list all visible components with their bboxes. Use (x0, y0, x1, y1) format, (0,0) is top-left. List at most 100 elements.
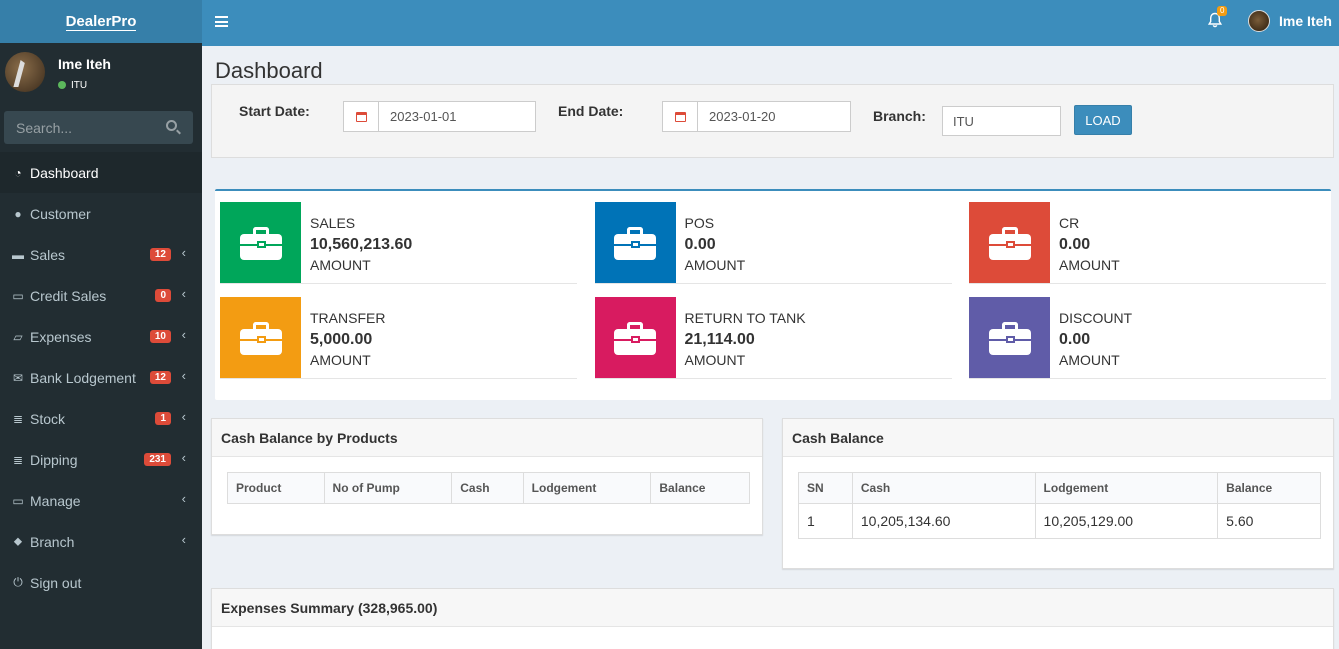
sidebar-item-customer[interactable]: ● Customer (0, 193, 202, 234)
search-icon[interactable] (166, 120, 177, 131)
hamburger-menu-icon[interactable] (215, 16, 228, 27)
stat-label: CR (1059, 215, 1080, 231)
end-date-input[interactable] (698, 102, 848, 131)
sidebar-item-label: Manage (30, 492, 81, 509)
database-icon: ≣ (12, 452, 24, 467)
count-badge: 1 (155, 412, 171, 425)
count-badge: 12 (149, 248, 171, 261)
chevron-left-icon: ‹ (181, 409, 186, 424)
chevron-left-icon: ‹ (181, 245, 186, 260)
table-header-row: Product No of Pump Cash Lodgement Balance (227, 472, 750, 504)
chevron-left-icon: ‹ (181, 450, 186, 465)
stat-unit: AMOUNT (1059, 257, 1120, 273)
header-user-name[interactable]: Ime Iteh (1279, 13, 1332, 29)
header-avatar[interactable] (1248, 10, 1270, 32)
stat-box-cr: CR 0.00 AMOUNT (969, 202, 1326, 284)
user-icon: ● (14, 206, 22, 221)
user-name: Ime Iteh (58, 56, 111, 72)
stat-value: 0.00 (1059, 236, 1091, 253)
table-cell: 10,205,129.00 (1034, 503, 1219, 539)
sidebar-item-label: Credit Sales (30, 287, 107, 304)
laptop-icon: ▭ (12, 493, 24, 508)
search-input[interactable] (4, 111, 154, 144)
cash-balance-table: SN Cash Lodgement Balance 1 10,205,134.60 10,… (798, 472, 1321, 539)
count-badge: 12 (149, 371, 171, 384)
stat-box-return-to-tank: RETURN TO TANK 21,114.00 AMOUNT (594, 297, 952, 379)
count-badge: 231 (144, 453, 171, 466)
sidebar-menu: ◔ Dashboard ● Customer ▬ Sales 12 ‹ ▭ Credit Sale… (0, 152, 202, 603)
stat-unit: AMOUNT (1059, 352, 1120, 368)
table-cell: 1 (798, 503, 853, 539)
brand-name[interactable]: DealerPro (65, 13, 137, 31)
sidebar-item-dipping[interactable]: ≣ Dipping 231 ‹ (0, 439, 202, 480)
user-status: ITU (58, 80, 87, 91)
sidebar-item-label: Sales (30, 246, 66, 263)
stat-label: TRANSFER (310, 310, 386, 326)
chevron-left-icon: ‹ (181, 286, 186, 301)
stat-box-pos: POS 0.00 AMOUNT (594, 202, 952, 284)
stat-label: SALES (310, 215, 356, 231)
briefcase-icon (220, 297, 301, 378)
sidebar-item-expenses[interactable]: ▱ Expenses 10 ‹ (0, 316, 202, 357)
stats-panel: SALES 10,560,213.60 AMOUNT POS 0.00 AMOUNT CR 0… (215, 189, 1331, 400)
column-header[interactable]: SN (798, 472, 853, 504)
briefcase-icon (594, 202, 676, 283)
online-status-icon (58, 81, 66, 90)
stat-box-sales: SALES 10,560,213.60 AMOUNT (220, 202, 577, 284)
stat-value: 5,000.00 (310, 331, 373, 348)
dashboard-icon: ◔ (14, 165, 22, 180)
column-header[interactable]: Cash (851, 472, 1036, 504)
branch-label: Branch: (873, 108, 926, 124)
column-header[interactable]: No of Pump (323, 472, 453, 504)
sidebar-item-label: Sign out (30, 574, 82, 591)
expenses-summary-panel: Expenses Summary (328,965.00) (211, 588, 1334, 649)
map-marker-icon: ⬥ (13, 534, 23, 548)
branch-input[interactable] (942, 106, 1061, 136)
sidebar-item-dashboard[interactable]: ◔ Dashboard (0, 152, 202, 193)
database-icon: ≣ (12, 411, 24, 426)
stat-box-transfer: TRANSFER 5,000.00 AMOUNT (220, 297, 577, 379)
sidebar-item-label: Stock (30, 410, 66, 427)
cash-balance-by-products-panel: Cash Balance by Products Product No of Pu… (211, 418, 763, 535)
column-header[interactable]: Cash (451, 472, 524, 504)
sidebar-item-sales[interactable]: ▬ Sales 12 ‹ (0, 234, 202, 275)
app-logo[interactable]: DealerPro (0, 0, 202, 43)
briefcase-icon (594, 297, 676, 378)
load-button[interactable]: LOAD (1074, 105, 1132, 135)
briefcase-icon (969, 202, 1050, 283)
sidebar-item-label: Customer (30, 205, 91, 222)
calendar-icon[interactable] (344, 102, 379, 131)
stat-unit: AMOUNT (684, 352, 746, 368)
sidebar-item-bank-lodgement[interactable]: ✉ Bank Lodgement 12 ‹ (0, 357, 202, 398)
briefcase-icon (969, 297, 1050, 378)
briefcase-icon (220, 202, 301, 283)
table-cell: 10,205,134.60 (851, 503, 1036, 539)
notification-count-badge: 0 (1217, 6, 1228, 16)
sidebar-item-sign-out[interactable]: ⏻ Sign out (0, 562, 202, 603)
book-icon: ▱ (13, 329, 23, 344)
start-date-input[interactable] (379, 102, 529, 131)
stat-label: POS (684, 215, 715, 231)
column-header[interactable]: Product (227, 472, 325, 504)
stat-unit: AMOUNT (310, 352, 371, 368)
panel-title: Cash Balance (783, 419, 1333, 457)
column-header[interactable]: Lodgement (522, 472, 652, 504)
sidebar-item-label: Bank Lodgement (30, 369, 136, 386)
user-status-text: ITU (71, 80, 88, 91)
calendar-icon[interactable] (663, 102, 698, 131)
column-header[interactable]: Balance (650, 472, 750, 504)
avatar (5, 52, 45, 92)
folder-icon: ▬ (12, 247, 24, 262)
chevron-left-icon: ‹ (181, 491, 186, 506)
column-header[interactable]: Lodgement (1034, 472, 1219, 504)
sidebar-item-manage[interactable]: ▭ Manage ‹ (0, 480, 202, 521)
notifications-bell-icon[interactable]: 0 (1207, 6, 1228, 28)
sidebar-item-stock[interactable]: ≣ Stock 1 ‹ (0, 398, 202, 439)
sidebar-item-credit-sales[interactable]: ▭ Credit Sales 0 ‹ (0, 275, 202, 316)
column-header[interactable]: Balance (1217, 472, 1321, 504)
panel-title: Cash Balance by Products (212, 419, 762, 457)
user-panel: Ime Iteh ITU (0, 43, 202, 99)
panel-title: Expenses Summary (328,965.00) (212, 589, 1333, 627)
sidebar-item-branch[interactable]: ⬥ Branch ‹ (0, 521, 202, 562)
stat-value: 0.00 (684, 236, 716, 253)
